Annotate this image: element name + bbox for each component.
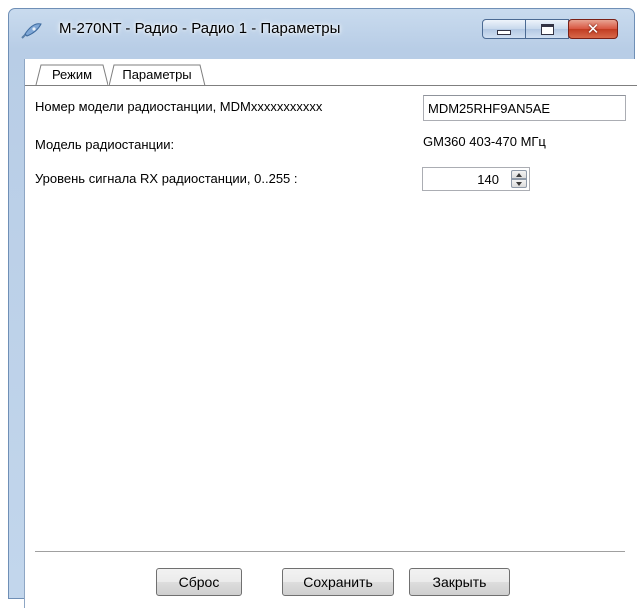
rx-level-value[interactable]: 140: [477, 172, 499, 187]
reset-button[interactable]: Сброс: [156, 568, 242, 596]
spin-buttons: [511, 170, 527, 188]
save-button[interactable]: Сохранить: [282, 568, 394, 596]
tab-parameters-label: Параметры: [122, 67, 192, 82]
model-number-input[interactable]: [423, 95, 626, 121]
close-icon: ✕: [586, 19, 600, 38]
maximize-button[interactable]: [525, 19, 569, 39]
model-label: Модель радиостанции:: [35, 137, 175, 152]
spin-down-button[interactable]: [511, 179, 527, 188]
footer-divider: [35, 551, 625, 553]
tab-parameters[interactable]: Параметры: [108, 64, 206, 86]
model-value: GM360 403-470 МГц: [423, 134, 546, 149]
window-title: M-270NT - Радио - Радио 1 - Параметры: [59, 20, 341, 37]
spin-up-button[interactable]: [511, 170, 527, 179]
model-number-label: Номер модели радиостанции, MDMxxxxxxxxxx…: [35, 99, 323, 114]
tab-mode[interactable]: Режим: [35, 64, 109, 85]
minimize-icon: [497, 30, 511, 35]
dialog-window: M-270NT - Радио - Радио 1 - Параметры ✕ …: [8, 8, 637, 608]
maximize-icon: [540, 23, 554, 35]
close-button[interactable]: Закрыть: [409, 568, 510, 596]
satellite-dish-icon: [21, 23, 42, 39]
minimize-button[interactable]: [482, 19, 526, 39]
tab-underline: [25, 85, 637, 86]
rx-level-label: Уровень сигнала RX радиостанции, 0..255 …: [35, 171, 298, 186]
close-window-button[interactable]: ✕: [568, 19, 618, 39]
title-bar[interactable]: M-270NT - Радио - Радио 1 - Параметры ✕: [9, 9, 634, 49]
rx-level-spinbox[interactable]: 140: [422, 167, 530, 191]
tab-mode-label: Режим: [51, 67, 93, 82]
arrow-down-icon: [516, 181, 522, 186]
arrow-up-icon: [516, 172, 522, 177]
dialog-content: Режим Параметры Номер модели радиостанци…: [24, 59, 637, 608]
